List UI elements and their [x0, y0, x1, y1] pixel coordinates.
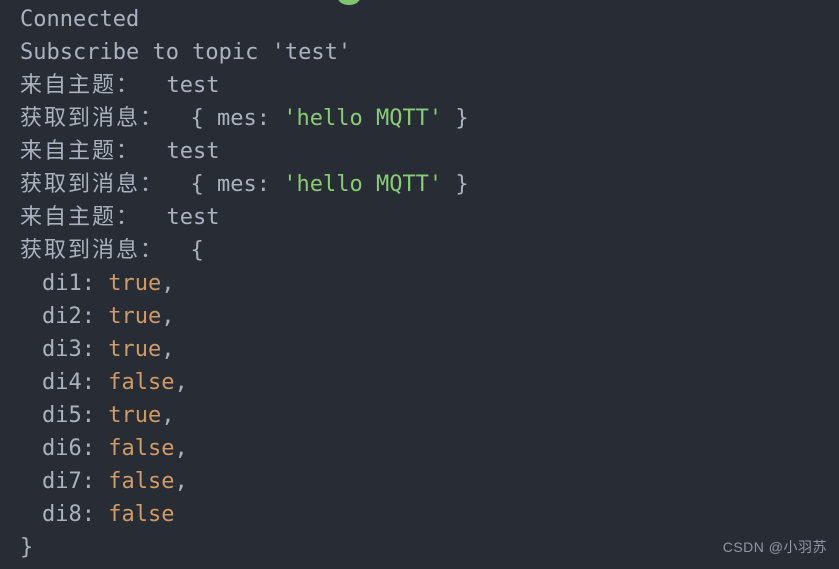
- log-token-punct: ,: [174, 436, 188, 461]
- log-token-plain: test: [140, 73, 220, 98]
- log-token-punct: ,: [161, 403, 175, 428]
- log-line: 获取到消息： {: [0, 234, 839, 267]
- log-line: di5: true,: [0, 399, 839, 432]
- log-line: 来自主题： test: [0, 69, 839, 102]
- log-line: 获取到消息： { mes: 'hello MQTT' }: [0, 168, 839, 201]
- console-clipped-line-region: 来自主题： test: [0, 563, 839, 569]
- log-token-key: di8:: [42, 502, 109, 527]
- log-token-cjk: 来自主题：: [20, 139, 141, 164]
- watermark-label: CSDN @小羽苏: [722, 539, 827, 555]
- log-token-bool: false: [108, 502, 175, 527]
- log-token-bool: true: [108, 271, 162, 296]
- log-token-key: di2:: [42, 304, 109, 329]
- log-token-key: di7:: [42, 469, 109, 494]
- log-token-key: di4:: [42, 370, 109, 395]
- log-line: Connected: [0, 3, 839, 36]
- log-line: 来自主题： test: [0, 201, 839, 234]
- log-token-cjk: 来自主题：: [20, 205, 141, 230]
- log-line: di6: false,: [0, 432, 839, 465]
- log-token-plain: }: [442, 172, 469, 197]
- log-line: Subscribe to topic 'test': [0, 36, 839, 69]
- log-token-plain: {: [164, 238, 204, 263]
- log-token-string: 'hello MQTT': [283, 106, 443, 131]
- log-token-plain: Subscribe to topic 'test': [20, 40, 352, 65]
- log-token-key: di1:: [42, 271, 109, 296]
- console-output-window: Connected Subscribe to topic 'test' 来自主题： …: [0, 0, 839, 569]
- log-line: di1: true,: [0, 267, 839, 300]
- log-token-punct: ,: [161, 271, 175, 296]
- log-token-plain: test: [140, 205, 220, 230]
- log-line: di8: false: [0, 498, 839, 531]
- log-token-bool: false: [108, 469, 175, 494]
- log-token-plain: }: [20, 535, 34, 560]
- log-token-plain: test: [140, 563, 220, 565]
- log-token-punct: ,: [161, 304, 175, 329]
- log-token-key: di6:: [42, 436, 109, 461]
- log-token-bool: true: [108, 304, 162, 329]
- log-token-plain: { mes:: [164, 172, 284, 197]
- log-token-bool: true: [108, 337, 162, 362]
- log-token-cjk: 来自主题：: [20, 563, 140, 565]
- log-token-cjk: 获取到消息：: [20, 238, 165, 263]
- log-token-bool: false: [108, 436, 175, 461]
- log-token-key: di3:: [42, 337, 109, 362]
- log-token-cjk: 来自主题：: [20, 73, 141, 98]
- log-token-plain: }: [442, 106, 469, 131]
- log-token-bool: false: [108, 370, 175, 395]
- log-line: 获取到消息： { mes: 'hello MQTT' }: [0, 102, 839, 135]
- log-line: di4: false,: [0, 366, 839, 399]
- log-token-bool: true: [108, 403, 162, 428]
- log-token-cjk: 获取到消息：: [20, 172, 165, 197]
- log-token-string: 'hello MQTT': [283, 172, 443, 197]
- log-line: di3: true,: [0, 333, 839, 366]
- log-token-punct: ,: [161, 337, 175, 362]
- log-token-cjk: 获取到消息：: [20, 106, 165, 131]
- log-token-punct: ,: [174, 469, 188, 494]
- log-token-plain: Connected: [20, 7, 140, 32]
- log-line-clipped: 来自主题： test: [0, 563, 839, 569]
- log-token-key: di5:: [42, 403, 109, 428]
- log-token-plain: test: [140, 139, 220, 164]
- log-token-punct: ,: [174, 370, 188, 395]
- log-token-plain: { mes:: [164, 106, 284, 131]
- log-line: 来自主题： test: [0, 135, 839, 168]
- log-line: }: [0, 531, 839, 564]
- log-line: di7: false,: [0, 465, 839, 498]
- console-log-area[interactable]: Connected Subscribe to topic 'test' 来自主题： …: [0, 0, 839, 564]
- log-line: di2: true,: [0, 300, 839, 333]
